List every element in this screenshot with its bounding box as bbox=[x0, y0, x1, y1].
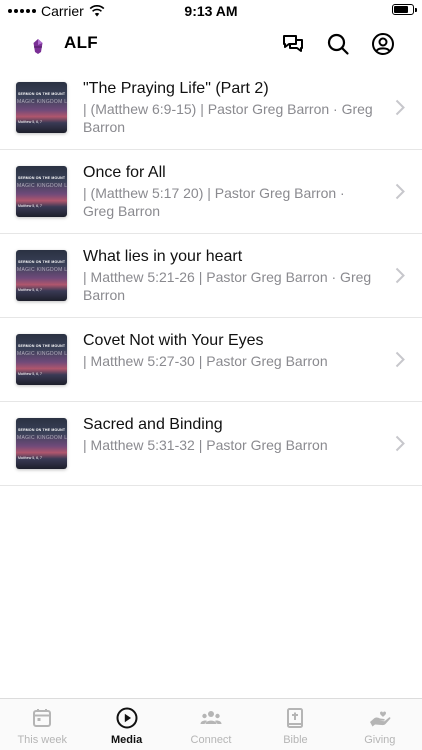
thumbnail-bottom-text: Matthew 5, 6, 7 bbox=[18, 372, 42, 376]
thumbnail-bottom-text: Matthew 5, 6, 7 bbox=[18, 288, 42, 292]
thumbnail-mid-text: MAGIC KINGDOM LIFE bbox=[17, 99, 67, 105]
status-bar: Carrier 9:13 AM bbox=[0, 0, 422, 22]
thumbnail-bottom-text: Matthew 5, 6, 7 bbox=[18, 120, 42, 124]
tab-connect[interactable]: Connect bbox=[169, 699, 253, 750]
sermon-thumbnail: SERMON ON THE MOUNT MAGIC KINGDOM LIFE M… bbox=[16, 418, 67, 469]
chevron-right-icon bbox=[395, 351, 405, 368]
chevron-right-icon bbox=[395, 267, 405, 284]
chevron-right-icon bbox=[395, 183, 405, 200]
tab-giving[interactable]: Giving bbox=[338, 699, 422, 750]
sermon-list: SERMON ON THE MOUNT MAGIC KINGDOM LIFE M… bbox=[0, 66, 422, 486]
chevron-right-icon bbox=[395, 435, 405, 452]
app-header: ALF bbox=[0, 22, 422, 66]
sermon-subtitle: | Matthew 5:27-30 | Pastor Greg Barron bbox=[83, 353, 328, 369]
sermon-subtitle: | (Matthew 6:9-15) | Pastor Greg Barron … bbox=[83, 101, 373, 135]
tab-bible[interactable]: Bible bbox=[253, 699, 337, 750]
thumbnail-top-text: SERMON ON THE MOUNT bbox=[18, 176, 66, 180]
tab-label: This week bbox=[17, 734, 67, 746]
sermon-thumbnail: SERMON ON THE MOUNT MAGIC KINGDOM LIFE M… bbox=[16, 334, 67, 385]
tab-bar: This week Media Connect Bible Giving bbox=[0, 698, 422, 750]
thumbnail-mid-text: MAGIC KINGDOM LIFE bbox=[17, 183, 67, 189]
sermon-thumbnail: SERMON ON THE MOUNT MAGIC KINGDOM LIFE M… bbox=[16, 82, 67, 133]
sermon-subtitle: | (Matthew 5:17 20) | Pastor Greg Barron… bbox=[83, 185, 345, 219]
sermon-thumbnail: SERMON ON THE MOUNT MAGIC KINGDOM LIFE M… bbox=[16, 166, 67, 217]
bible-icon bbox=[287, 708, 304, 728]
calendar-icon bbox=[33, 709, 52, 727]
search-icon[interactable] bbox=[326, 32, 350, 56]
app-title: ALF bbox=[64, 33, 98, 52]
sermon-title: Covet Not with Your Eyes bbox=[83, 332, 264, 349]
tab-label: Media bbox=[111, 734, 143, 746]
giving-hand-icon bbox=[369, 711, 391, 727]
sermon-title: What lies in your heart bbox=[83, 248, 243, 265]
thumbnail-mid-text: MAGIC KINGDOM LIFE bbox=[17, 351, 67, 357]
thumbnail-top-text: SERMON ON THE MOUNT bbox=[18, 260, 66, 264]
thumbnail-mid-text: MAGIC KINGDOM LIFE bbox=[17, 435, 67, 441]
sermon-row[interactable]: SERMON ON THE MOUNT MAGIC KINGDOM LIFE M… bbox=[0, 234, 422, 318]
sermon-title: Sacred and Binding bbox=[83, 416, 223, 433]
clock: 9:13 AM bbox=[184, 3, 238, 19]
app-logo-icon bbox=[33, 39, 43, 54]
sermon-thumbnail: SERMON ON THE MOUNT MAGIC KINGDOM LIFE M… bbox=[16, 250, 67, 301]
thumbnail-bottom-text: Matthew 5, 6, 7 bbox=[18, 204, 42, 208]
tab-media[interactable]: Media bbox=[84, 699, 168, 750]
tab-label: Bible bbox=[283, 734, 308, 746]
sermon-row[interactable]: SERMON ON THE MOUNT MAGIC KINGDOM LIFE M… bbox=[0, 150, 422, 234]
sermon-row[interactable]: SERMON ON THE MOUNT MAGIC KINGDOM LIFE M… bbox=[0, 402, 422, 486]
tab-this-week[interactable]: This week bbox=[0, 699, 84, 750]
sermon-subtitle: | Matthew 5:21-26 | Pastor Greg Barron ·… bbox=[83, 269, 372, 303]
tab-label: Giving bbox=[364, 734, 396, 746]
people-icon bbox=[200, 711, 222, 724]
thumbnail-top-text: SERMON ON THE MOUNT bbox=[18, 428, 66, 432]
thumbnail-top-text: SERMON ON THE MOUNT bbox=[18, 344, 66, 348]
thumbnail-mid-text: MAGIC KINGDOM LIFE bbox=[17, 267, 67, 273]
sermon-title: "The Praying Life" (Part 2) bbox=[83, 80, 269, 97]
thumbnail-top-text: SERMON ON THE MOUNT bbox=[18, 92, 66, 96]
battery-icon bbox=[392, 4, 417, 15]
tab-label: Connect bbox=[190, 734, 232, 746]
chat-icon[interactable] bbox=[281, 32, 305, 56]
sermon-subtitle: | Matthew 5:31-32 | Pastor Greg Barron bbox=[83, 437, 328, 453]
chevron-right-icon bbox=[395, 99, 405, 116]
profile-icon[interactable] bbox=[371, 32, 395, 56]
thumbnail-bottom-text: Matthew 5, 6, 7 bbox=[18, 456, 42, 460]
sermon-title: Once for All bbox=[83, 164, 166, 181]
sermon-row[interactable]: SERMON ON THE MOUNT MAGIC KINGDOM LIFE M… bbox=[0, 318, 422, 402]
play-icon bbox=[116, 707, 138, 729]
sermon-row[interactable]: SERMON ON THE MOUNT MAGIC KINGDOM LIFE M… bbox=[0, 66, 422, 150]
